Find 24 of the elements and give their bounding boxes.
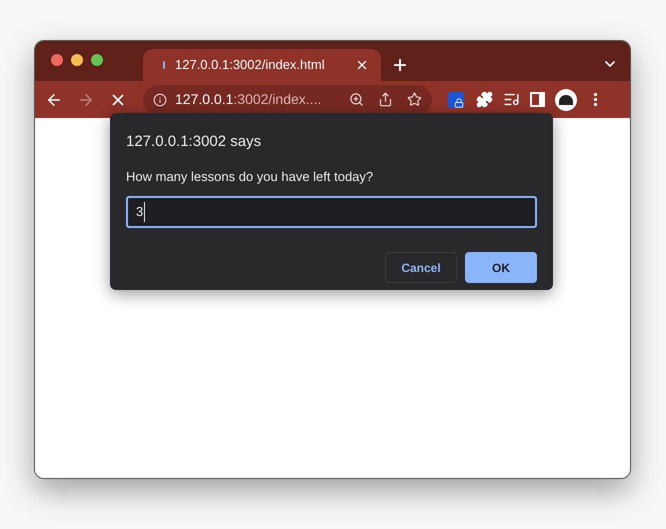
ok-button[interactable]: OK bbox=[465, 252, 537, 283]
cancel-button[interactable]: Cancel bbox=[385, 252, 457, 283]
zoom-icon[interactable] bbox=[349, 92, 364, 107]
media-queue-icon[interactable] bbox=[503, 91, 520, 108]
tab-title: 127.0.0.1:3002/index.html bbox=[175, 56, 326, 74]
side-panel-icon[interactable] bbox=[530, 92, 545, 107]
extensions-icon[interactable] bbox=[476, 91, 493, 108]
browser-tab[interactable]: 127.0.0.1:3002/index.html bbox=[143, 49, 381, 81]
dialog-title: 127.0.0.1:3002 says bbox=[126, 132, 262, 152]
address-bar[interactable]: 127.0.0.1:3002/index.... bbox=[143, 84, 432, 114]
extension-lock-icon[interactable] bbox=[448, 92, 464, 108]
new-tab-icon[interactable] bbox=[391, 56, 409, 74]
bookmark-star-icon[interactable] bbox=[407, 92, 422, 107]
profile-avatar-icon[interactable] bbox=[555, 88, 577, 110]
dialog-message: How many lessons do you have left today? bbox=[126, 168, 374, 186]
share-icon[interactable] bbox=[378, 92, 393, 107]
close-tab-icon[interactable] bbox=[355, 58, 369, 72]
url-text: 127.0.0.1:3002/index.... bbox=[175, 90, 322, 109]
input-value: 3 bbox=[136, 202, 146, 222]
info-icon[interactable] bbox=[153, 92, 167, 106]
input-field[interactable]: 3 bbox=[126, 196, 537, 228]
close-window-icon[interactable] bbox=[51, 54, 63, 66]
minimize-window-icon[interactable] bbox=[71, 54, 83, 66]
maximize-window-icon[interactable] bbox=[91, 54, 103, 66]
